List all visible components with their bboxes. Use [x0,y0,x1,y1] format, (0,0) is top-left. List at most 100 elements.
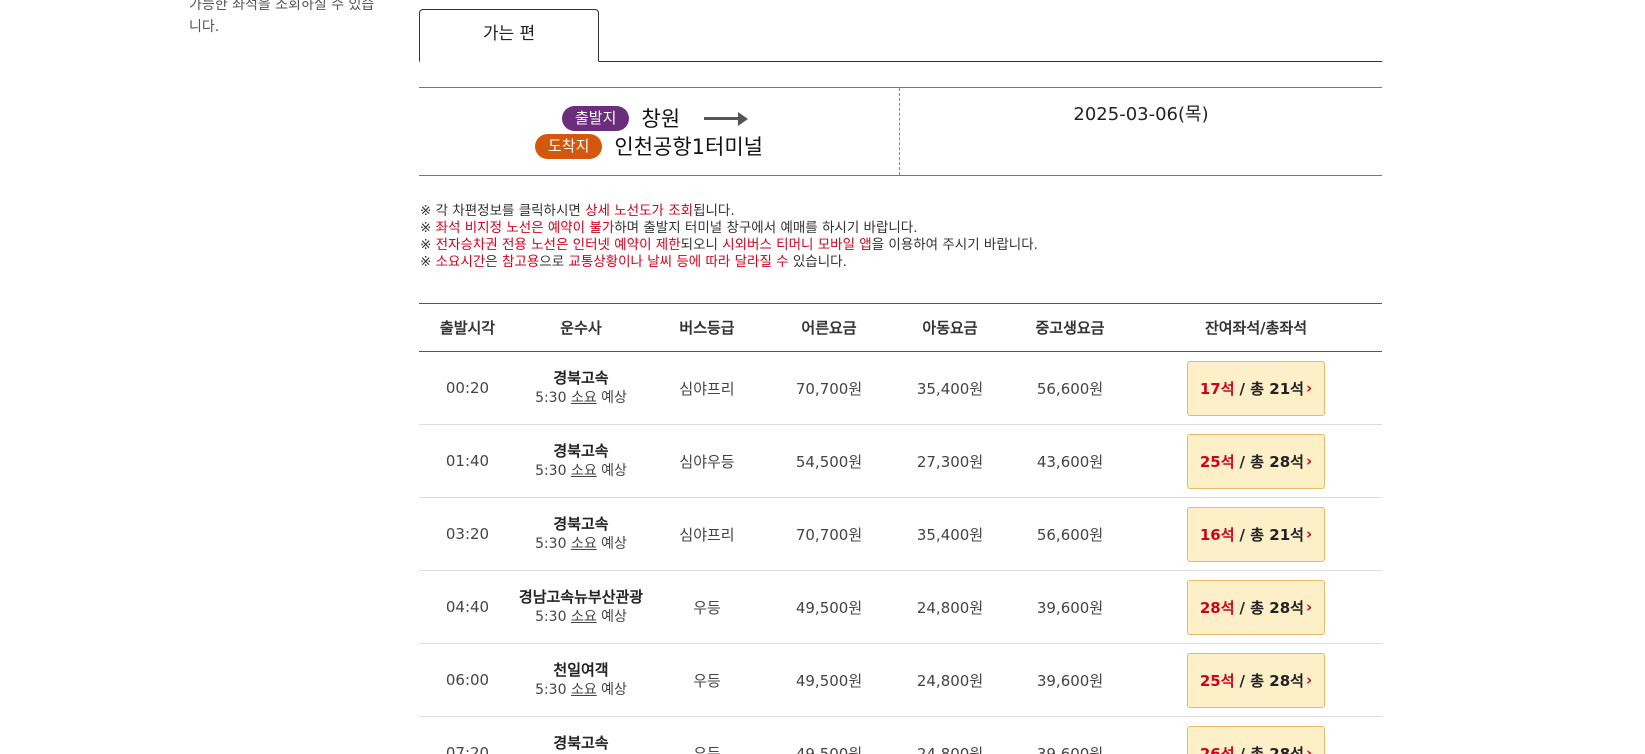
notice-highlight: 상세 노선도가 조회 [585,203,694,219]
notice-text: 은 [485,254,503,270]
notice-text: 되오니 [680,237,723,253]
notice-text: ※ 각 차편정보를 클릭하시면 [420,203,586,219]
arrival-line: 도착지 인천공항1터미널 [535,131,763,161]
header-bus-grade: 버스등급 [679,319,735,337]
bus-grade: 심야우등 [679,452,735,471]
remaining-seats: 16석 [1199,525,1235,544]
tab-outbound[interactable]: 가는 편 [419,9,599,62]
table-row[interactable]: 07:20 경북고속5:30 소요 예상우등 49,500원 24,800원 39,60… [419,717,1382,754]
notice-line: ※ 소요시간은 참고용으로 교통상황이나 날씨 등에 따라 달라질 수 있습니다… [420,254,1038,271]
total-seats: / 총 28석 [1239,671,1304,690]
notice-line: ※ 좌석 비지정 노선은 예약이 불가하며 출발지 터미널 창구에서 예매를 하… [420,220,1038,237]
child-fare: 24,800원 [916,744,984,754]
table-row[interactable]: 00:20 경북고속 5:30 소요 예상 심야프리 70,700원 35,400원 56,… [419,352,1382,425]
remaining-seats: 17석 [1199,379,1235,398]
chevron-right-icon: › [1305,525,1313,543]
company-name: 경북고속 [553,515,609,533]
table-row[interactable]: 03:20 경북고속 5:30 소요 예상 심야프리 70,700원 35,400원 56,… [419,498,1382,571]
duration-estimate: 5:30 소요 예상 [516,461,646,481]
student-fare: 39,600원 [1036,598,1104,617]
company-cell: 천일여객 5:30 소요 예상 [516,660,646,700]
total-seats: / 총 28석 [1239,598,1304,617]
seats-cell: 17석 / 총 21석 › [1130,360,1382,416]
side-note: 가능한 좌석을 조회하실 수 있습니다. [189,0,375,35]
total-seats: / 총 28석 [1239,452,1304,471]
adult-fare: 49,500원 [795,598,863,617]
departure-time: 06:00 [445,671,490,689]
notice-list: ※ 각 차편정보를 클릭하시면 상세 노선도가 조회됩니다. ※ 좌석 비지정 노… [420,203,1038,271]
notice-text: ※ [420,220,436,236]
chevron-right-icon: › [1305,379,1313,397]
duration-time: 5:30 [535,536,571,552]
header-company: 운수사 [560,319,602,337]
notice-highlight: 전자승차권 전용 노선은 인터넷 예약이 제한 [435,237,681,253]
remaining-seats: 25석 [1199,452,1235,471]
departure-time: 04:40 [445,598,490,616]
header-child-fare: 아동요금 [922,319,978,337]
duration-estimate: 5:30 소요 예상 [516,607,646,627]
notice-line: ※ 전자승차권 전용 노선은 인터넷 예약이 제한되오니 시외버스 티머니 모바… [420,237,1038,254]
departure-time: 01:40 [445,452,490,470]
select-seat-button[interactable]: 17석 / 총 21석 › [1187,360,1325,416]
select-seat-button[interactable]: 25석 / 총 28석 › [1187,433,1325,489]
duration-suffix: 예상 [596,463,627,479]
departure-time: 07:20 [445,744,490,754]
company-cell: 경북고속5:30 소요 예상 [516,514,646,554]
notice-highlight: 참고용 [502,254,540,270]
departure-city: 창원 [641,107,681,131]
duration-word: 소요 [570,609,597,625]
arrival-badge: 도착지 [535,133,603,159]
arrival-city: 인천공항1터미널 [614,135,764,159]
student-fare: 43,600원 [1036,452,1104,471]
company-name: 천일여객 [553,661,609,679]
schedule-table: 출발시각 운수사 버스등급 어른요금 아동요금 중고생요금 잔여좌석/총좌석 0… [419,303,1382,754]
duration-estimate: 5:30 소요 예상 [516,680,646,700]
notice-text: 됩니다. [693,203,735,219]
notice-text: 으로 [539,254,569,270]
select-seat-button[interactable]: 16석 / 총 21석 › [1187,506,1325,562]
bus-grade: 우등 [693,598,721,617]
departure-date: 2025-03-06(목) [1073,104,1209,125]
company-name: 경북고속 [553,442,609,460]
select-seat-button[interactable]: 26석 / 총 28석 › [1187,725,1325,754]
total-seats: / 총 21석 [1239,525,1304,544]
departure-time: 03:20 [445,525,490,543]
company-name: 경북고속 [553,369,609,387]
duration-word: 소요 [570,682,597,698]
duration-suffix: 예상 [596,609,627,625]
child-fare: 35,400원 [916,379,984,398]
notice-text: 을 이용하여 주시기 바랍니다. [871,237,1038,253]
seats-cell: 26석 / 총 28석 › [1130,725,1382,754]
remaining-seats: 25석 [1199,671,1235,690]
seats-cell: 16석 / 총 21석 › [1130,506,1382,562]
duration-word: 소요 [570,390,597,406]
company-cell: 경북고속5:30 소요 예상 [516,733,646,754]
table-row[interactable]: 01:40 경북고속 5:30 소요 예상 심야우등 54,500원 27,300원 43,… [419,425,1382,498]
company-cell: 경남고속뉴부산관광 5:30 소요 예상 [516,587,646,627]
duration-time: 5:30 [535,390,571,406]
chevron-right-icon: › [1305,452,1313,470]
table-row[interactable]: 06:00 천일여객 5:30 소요 예상 우등 49,500원 24,800원 39,60… [419,644,1382,717]
adult-fare: 49,500원 [795,744,863,754]
bus-grade: 심야프리 [679,379,735,398]
table-row[interactable]: 04:40 경남고속뉴부산관광 5:30 소요 예상 우등 49,500원 24,800원… [419,571,1382,644]
bus-grade: 심야프리 [679,525,735,544]
departure-badge: 출발지 [562,105,630,131]
duration-time: 5:30 [535,609,571,625]
notice-text: 하며 출발지 터미널 창구에서 예매를 하시기 바랍니다. [614,220,918,236]
notice-text: ※ [420,254,436,270]
select-seat-button[interactable]: 25석 / 총 28석 › [1187,652,1325,708]
departure-time: 00:20 [445,379,490,397]
child-fare: 24,800원 [916,598,984,617]
select-seat-button[interactable]: 28석 / 총 28석 › [1187,579,1325,635]
table-body: 00:20 경북고속 5:30 소요 예상 심야프리 70,700원 35,400원 56,… [419,352,1382,754]
student-fare: 39,600원 [1036,671,1104,690]
notice-highlight: 소요시간 [435,254,486,270]
duration-suffix: 예상 [596,682,627,698]
company-name: 경북고속 [553,734,609,752]
company-cell: 경북고속5:30 소요 예상 [516,441,646,481]
child-fare: 24,800원 [916,671,984,690]
right-arrow-icon [704,111,749,126]
adult-fare: 70,700원 [795,525,863,544]
seats-cell: 28석 / 총 28석 › [1130,579,1382,635]
